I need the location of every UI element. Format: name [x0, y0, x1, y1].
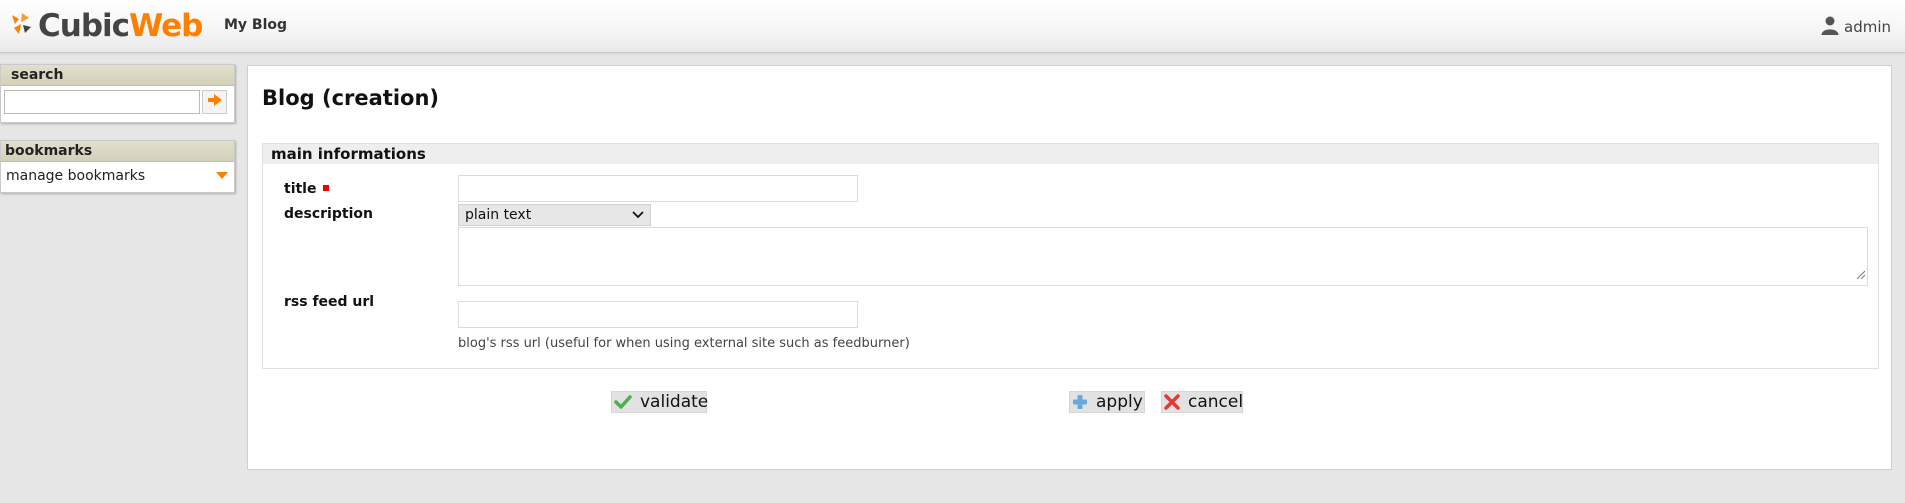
page-title: Blog (creation) [262, 86, 440, 110]
apply-label: apply [1096, 392, 1143, 412]
title-label: title [284, 181, 330, 197]
search-input[interactable] [4, 90, 200, 114]
title-label-text: title [284, 181, 317, 197]
manage-bookmarks-menu[interactable]: manage bookmarks [1, 162, 234, 190]
required-marker [323, 185, 330, 191]
close-icon [1164, 392, 1180, 412]
manage-bookmarks-label: manage bookmarks [6, 168, 146, 184]
triangle-down-icon [216, 168, 228, 184]
chevron-down-icon [632, 207, 644, 223]
title-input[interactable] [458, 175, 858, 202]
user-menu[interactable]: admin [1820, 15, 1891, 39]
section-title: main informations [263, 144, 1878, 164]
site-title-link[interactable]: My Blog [224, 17, 287, 33]
description-format-select[interactable]: plain text [458, 204, 651, 226]
apply-button[interactable]: apply [1069, 391, 1145, 413]
logo-text: CubicWeb [38, 8, 203, 44]
description-label: description [284, 206, 373, 222]
validate-label: validate [640, 392, 709, 412]
top-header: CubicWeb My Blog admin [0, 0, 1905, 53]
arrow-right-icon [207, 94, 222, 110]
description-format-value: plain text [465, 207, 532, 223]
user-name: admin [1844, 18, 1891, 36]
cancel-label: cancel [1188, 392, 1244, 412]
main-content: Blog (creation) main informations title … [247, 65, 1892, 470]
cancel-button[interactable]: cancel [1161, 391, 1243, 413]
search-button[interactable] [202, 90, 227, 114]
cubicweb-logo[interactable]: CubicWeb [9, 8, 203, 44]
cubicweb-logo-icon [9, 11, 35, 41]
check-icon [614, 392, 632, 412]
search-box: search [0, 64, 235, 123]
bookmarks-box-title: bookmarks [1, 141, 234, 162]
resize-grip-icon[interactable] [1856, 267, 1866, 283]
rss-feed-url-input[interactable] [458, 301, 858, 328]
search-box-title: search [1, 65, 234, 86]
bookmarks-box: bookmarks manage bookmarks [0, 140, 235, 193]
search-row [1, 86, 234, 118]
validate-button[interactable]: validate [611, 391, 709, 413]
user-icon [1820, 15, 1840, 39]
main-informations-fieldset: main informations title description plai… [262, 143, 1879, 369]
plus-icon [1072, 392, 1088, 412]
rss-help-text: blog's rss url (useful for when using ex… [458, 336, 910, 351]
rss-feed-url-label: rss feed url [284, 294, 375, 310]
description-textarea[interactable] [458, 227, 1868, 286]
